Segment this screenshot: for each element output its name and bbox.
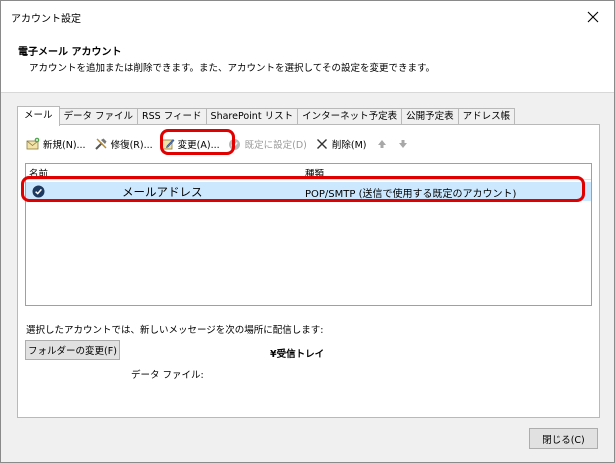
header-subtitle: アカウントを追加または削除できます。また、アカウントを選択してその設定を変更でき… — [29, 63, 436, 74]
arrow-up-icon — [375, 137, 389, 151]
new-account-button[interactable]: 新規(N)... — [26, 135, 86, 153]
tab-rss-feeds[interactable]: RSS フィード — [137, 108, 207, 125]
tab-internet-calendars[interactable]: インターネット予定表 — [297, 108, 403, 125]
delete-icon — [315, 137, 329, 151]
set-default-icon — [228, 137, 242, 151]
delete-button[interactable]: 削除(M) — [315, 135, 367, 153]
set-default-label: 既定に設定(D) — [244, 140, 307, 151]
tab-mail[interactable]: メール — [17, 106, 60, 126]
tab-data-files[interactable]: データ ファイル — [58, 108, 139, 125]
new-account-icon — [26, 137, 40, 151]
change-label: 変更(A)... — [177, 140, 220, 151]
repair-button[interactable]: 修復(R)... — [94, 135, 153, 153]
account-type: POP/SMTP (送信で使用する既定のアカウント) — [305, 189, 517, 200]
move-down-button[interactable] — [396, 135, 413, 153]
account-list-header: 名前 種類 — [26, 164, 591, 180]
data-file-label: データ ファイル: — [131, 370, 204, 381]
set-default-button[interactable]: 既定に設定(D) — [228, 135, 307, 153]
tab-strip: メール データ ファイル RSS フィード SharePoint リスト インタ… — [17, 106, 516, 126]
move-up-button[interactable] — [375, 135, 392, 153]
arrow-down-icon — [396, 137, 410, 151]
tab-sharepoint-lists[interactable]: SharePoint リスト — [205, 108, 299, 125]
close-button[interactable]: 閉じる(C) — [529, 428, 598, 449]
new-account-label: 新規(N)... — [43, 140, 86, 151]
change-button[interactable]: 変更(A)... — [161, 135, 220, 153]
window-title: アカウント設定 — [11, 14, 81, 25]
change-icon — [161, 137, 175, 151]
mail-tab-panel: 新規(N)... 修復(R)... 変更(A)... 既定に設定(D) 削除(M… — [17, 124, 600, 418]
dialog-header: 電子メール アカウント アカウントを追加または削除できます。また、アカウントを選… — [1, 33, 614, 93]
account-row[interactable]: メールアドレス POP/SMTP (送信で使用する既定のアカウント) — [26, 182, 591, 201]
account-settings-dialog: アカウント設定 電子メール アカウント アカウントを追加または削除できます。また… — [0, 0, 615, 463]
tab-address-books[interactable]: アドレス帳 — [457, 108, 516, 125]
delivery-description: 選択したアカウントでは、新しいメッセージを次の場所に配信します: — [26, 325, 324, 336]
repair-icon — [94, 137, 108, 151]
title-bar: アカウント設定 — [1, 1, 614, 33]
default-account-check-icon — [32, 185, 45, 198]
account-name: メールアドレス — [122, 185, 203, 199]
delivery-folder-name: ¥受信トレイ — [270, 349, 325, 360]
account-list[interactable]: 名前 種類 メールアドレス POP/SMTP (送信で使用する既定のアカウント) — [25, 163, 592, 306]
column-header-type[interactable]: 種類 — [305, 166, 324, 180]
delete-label: 削除(M) — [331, 140, 367, 151]
change-folder-button[interactable]: フォルダーの変更(F) — [25, 340, 120, 360]
header-title: 電子メール アカウント — [18, 47, 122, 58]
repair-label: 修復(R)... — [110, 140, 153, 151]
close-icon[interactable] — [572, 1, 614, 33]
account-toolbar: 新規(N)... 修復(R)... 変更(A)... 既定に設定(D) 削除(M… — [26, 135, 421, 153]
column-header-name[interactable]: 名前 — [29, 166, 48, 180]
tab-published-calendars[interactable]: 公開予定表 — [401, 108, 459, 125]
